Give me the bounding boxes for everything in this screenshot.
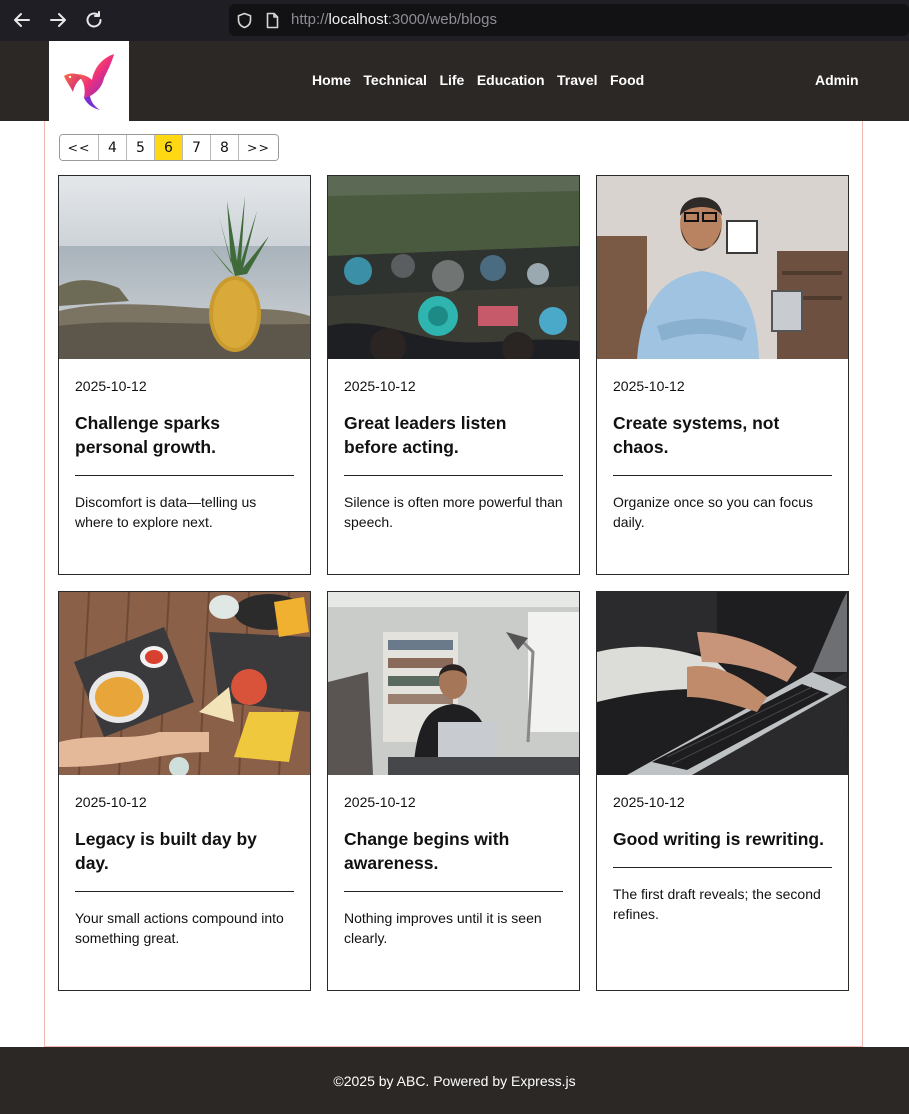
footer-text: ©2025 by ABC. Powered by Express.js <box>333 1072 576 1089</box>
post-date: 2025-10-12 <box>344 794 416 810</box>
post-title[interactable]: Challenge sparks personal growth. <box>75 411 294 459</box>
url-path: :3000/web/blogs <box>387 11 497 28</box>
forward-arrow-icon[interactable] <box>47 9 69 31</box>
pagination: << 4 5 6 7 8 >> <box>59 134 279 161</box>
address-bar[interactable]: http://localhost:3000/web/blogs <box>229 4 909 36</box>
page-7-button[interactable]: 7 <box>183 135 211 160</box>
post-date: 2025-10-12 <box>613 378 685 394</box>
main-nav: Home Technical Life Education Travel Foo… <box>312 72 657 88</box>
page-5-button[interactable]: 5 <box>127 135 155 160</box>
admin-link[interactable]: Admin <box>815 72 859 88</box>
post-title[interactable]: Legacy is built day by day. <box>75 827 294 875</box>
browser-toolbar: http://localhost:3000/web/blogs <box>0 0 909 41</box>
post-excerpt: Nothing improves until it is seen clearl… <box>344 910 542 946</box>
divider <box>613 867 832 868</box>
blog-card[interactable]: 2025-10-12 Great leaders listen before a… <box>327 175 580 575</box>
divider <box>75 475 294 476</box>
page-6-button[interactable]: 6 <box>155 135 183 160</box>
post-date: 2025-10-12 <box>613 794 685 810</box>
nav-travel[interactable]: Travel <box>557 72 597 88</box>
blog-card[interactable]: 2025-10-12 Change begins with awareness.… <box>327 591 580 991</box>
reload-icon[interactable] <box>83 9 105 31</box>
pineapple-photo <box>59 176 310 359</box>
post-date: 2025-10-12 <box>75 794 147 810</box>
post-title[interactable]: Good writing is rewriting. <box>613 827 832 851</box>
post-excerpt: Organize once so you can focus daily. <box>613 494 814 530</box>
office-laptop-photo <box>328 592 579 775</box>
divider <box>344 475 563 476</box>
nav-food[interactable]: Food <box>610 72 644 88</box>
divider <box>75 891 294 892</box>
divider <box>344 891 563 892</box>
typing-laptop-photo <box>597 592 848 775</box>
divider <box>613 475 832 476</box>
nav-technical[interactable]: Technical <box>363 72 427 88</box>
page-first-button[interactable]: << <box>60 135 99 160</box>
post-excerpt: The first draft reveals; the second refi… <box>613 886 821 922</box>
url-scheme: http:// <box>291 11 329 28</box>
post-date: 2025-10-12 <box>344 378 416 394</box>
blog-card[interactable]: 2025-10-12 Good writing is rewriting. Th… <box>596 591 849 991</box>
post-excerpt: Your small actions compound into somethi… <box>75 910 284 946</box>
post-date: 2025-10-12 <box>75 378 147 394</box>
post-title[interactable]: Create systems, not chaos. <box>613 411 832 459</box>
bird-logo-icon <box>64 54 114 110</box>
blog-card[interactable]: 2025-10-12 Legacy is built day by day. Y… <box>58 591 311 991</box>
blog-card[interactable]: 2025-10-12 Challenge sparks personal gro… <box>58 175 311 575</box>
page-icon <box>264 12 281 29</box>
shield-icon[interactable] <box>236 12 253 29</box>
post-title[interactable]: Great leaders listen before acting. <box>344 411 563 459</box>
site-logo[interactable] <box>49 41 129 121</box>
url-text[interactable]: http://localhost:3000/web/blogs <box>291 11 497 28</box>
page-last-button[interactable]: >> <box>239 135 278 160</box>
page-8-button[interactable]: 8 <box>211 135 239 160</box>
back-arrow-icon[interactable] <box>11 9 33 31</box>
nav-education[interactable]: Education <box>477 72 545 88</box>
floating-market-photo <box>328 176 579 359</box>
blog-list: << 4 5 6 7 8 >> 2025-10-12 Challenge spa… <box>44 121 863 1047</box>
blog-card[interactable]: 2025-10-12 Create systems, not chaos. Or… <box>596 175 849 575</box>
site-footer: ©2025 by ABC. Powered by Express.js <box>0 1047 909 1114</box>
post-excerpt: Discomfort is data—telling us where to e… <box>75 494 257 530</box>
site-header: Home Technical Life Education Travel Foo… <box>0 41 909 121</box>
nav-life[interactable]: Life <box>439 72 464 88</box>
nav-home[interactable]: Home <box>312 72 351 88</box>
page-4-button[interactable]: 4 <box>99 135 127 160</box>
url-host: localhost <box>328 11 388 28</box>
post-title[interactable]: Change begins with awareness. <box>344 827 563 875</box>
businessman-photo <box>597 176 848 359</box>
food-table-photo <box>59 592 310 775</box>
post-excerpt: Silence is often more powerful than spee… <box>344 494 563 530</box>
